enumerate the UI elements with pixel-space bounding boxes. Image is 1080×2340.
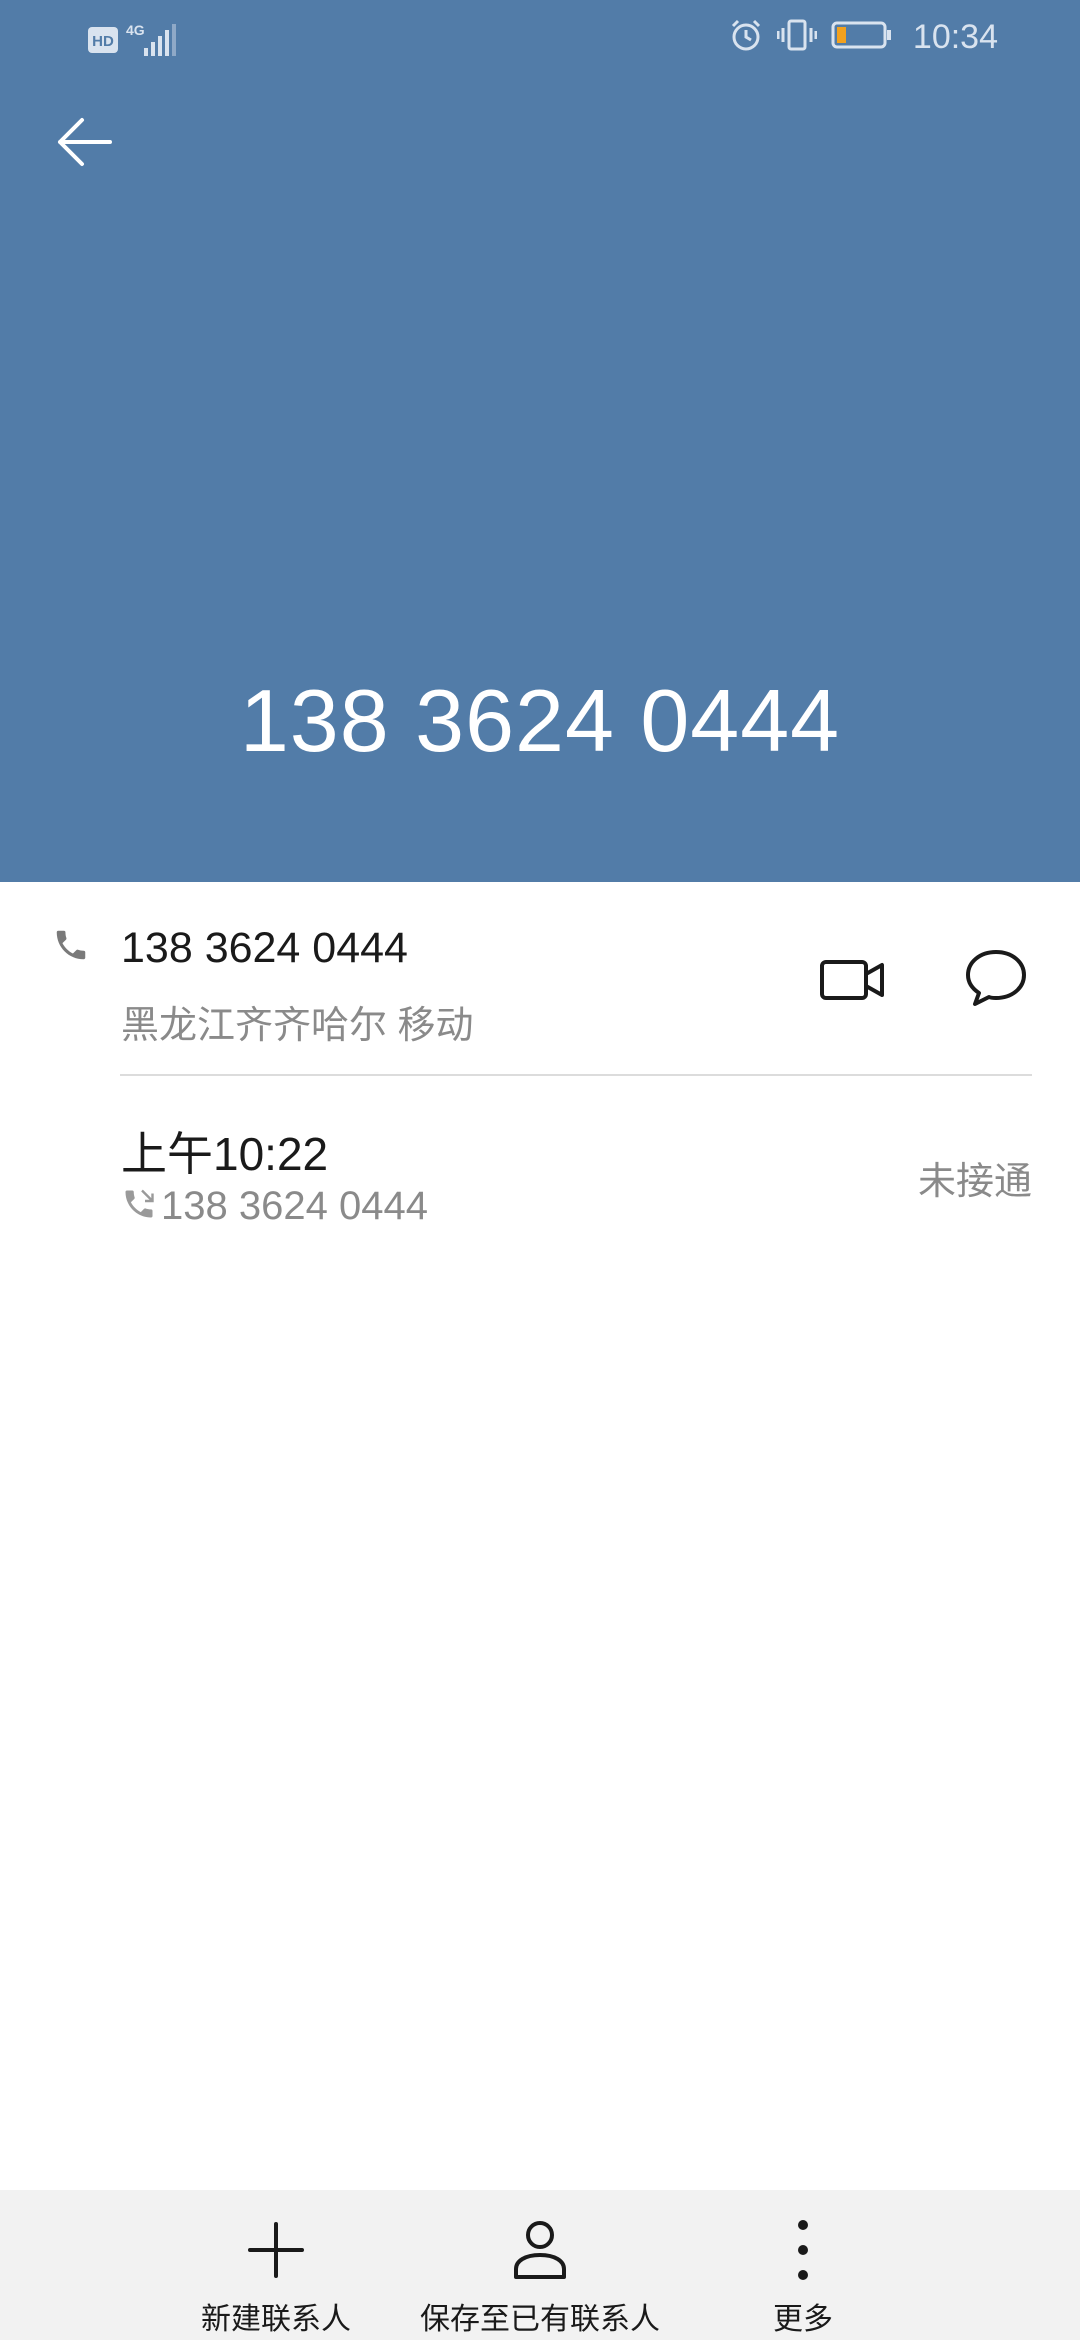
message-button[interactable]	[956, 940, 1036, 1020]
hd-icon: HD	[88, 27, 118, 58]
save-to-existing-button[interactable]: 保存至已有联系人	[400, 2190, 680, 2340]
status-right: 10:34	[729, 18, 998, 57]
svg-text:HD: HD	[92, 33, 114, 50]
status-bar: HD 4G 10:34	[0, 0, 1080, 80]
battery-icon	[831, 20, 893, 55]
bottom-action-bar: 新建联系人 保存至已有联系人 更多	[0, 2190, 1080, 2340]
call-history-item[interactable]: 上午10:22 138 3624 0444 未接通	[0, 1076, 1080, 1256]
call-status: 未接通	[917, 1161, 1032, 1203]
back-button[interactable]	[44, 104, 124, 184]
phone-icon	[52, 926, 90, 969]
video-call-button[interactable]	[812, 942, 892, 1022]
status-time: 10:34	[912, 18, 998, 56]
status-left: HD 4G	[88, 22, 178, 63]
call-detail: 138 3624 0444	[121, 1184, 428, 1229]
phone-number: 138 3624 0444	[121, 924, 408, 972]
more-vertical-icon	[793, 2212, 813, 2288]
new-contact-button[interactable]: 新建联系人	[176, 2190, 376, 2340]
save-to-existing-label: 保存至已有联系人	[420, 2303, 660, 2336]
message-icon	[964, 948, 1028, 1013]
arrow-left-icon	[54, 112, 114, 177]
signal-icon: 4G	[126, 22, 178, 63]
missed-call-icon	[121, 1186, 157, 1227]
more-button[interactable]: 更多	[703, 2190, 903, 2340]
number-row[interactable]: 138 3624 0444 黑龙江齐齐哈尔 移动	[0, 882, 1080, 1074]
person-icon	[511, 2212, 569, 2288]
plus-icon	[247, 2212, 305, 2288]
vibrate-icon	[776, 18, 818, 57]
call-number: 138 3624 0444	[161, 1184, 428, 1228]
svg-text:4G: 4G	[126, 22, 145, 38]
contact-number-title: 138 3624 0444	[239, 671, 841, 770]
number-location: 黑龙江齐齐哈尔 移动	[121, 1005, 474, 1047]
contact-header: HD 4G 10:34 138 3624 0444	[0, 0, 1080, 882]
new-contact-label: 新建联系人	[201, 2303, 351, 2336]
more-label: 更多	[773, 2303, 833, 2336]
call-time: 上午10:22	[121, 1128, 329, 1180]
alarm-icon	[729, 18, 763, 57]
video-call-icon	[819, 957, 885, 1008]
